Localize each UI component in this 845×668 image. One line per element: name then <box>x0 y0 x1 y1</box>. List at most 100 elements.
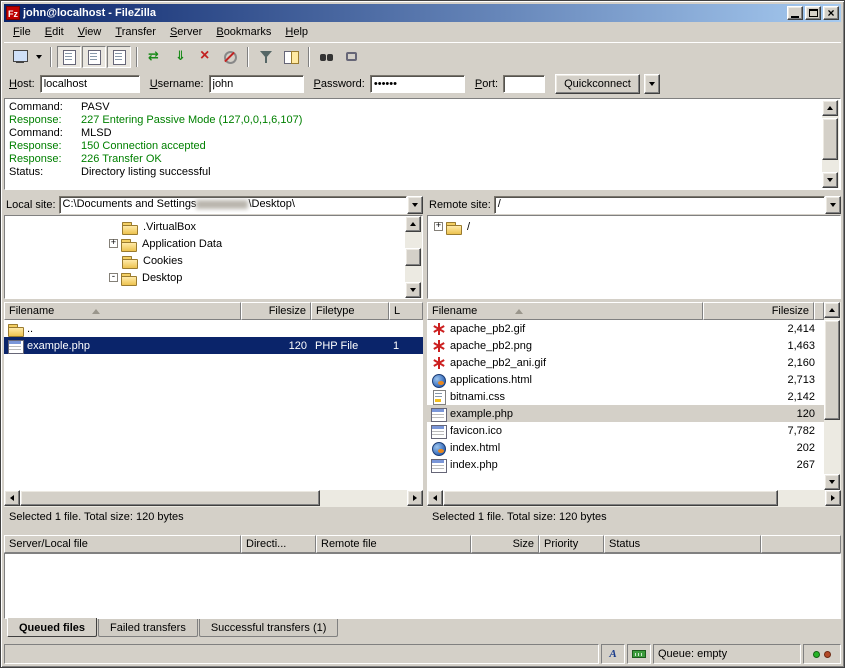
quickconnect-dropdown[interactable] <box>644 74 660 94</box>
toggle-transfer-queue-button[interactable] <box>107 46 131 68</box>
site-manager-button[interactable] <box>8 46 32 68</box>
scroll-thumb[interactable] <box>20 490 320 506</box>
scroll-down-button[interactable] <box>822 172 838 188</box>
menu-view[interactable]: View <box>71 24 109 40</box>
file-row-parent-dir[interactable]: .. <box>4 320 423 337</box>
scroll-up-button[interactable] <box>822 100 838 116</box>
encryption-indicator[interactable] <box>627 644 651 664</box>
scroll-thumb[interactable] <box>443 490 778 506</box>
username-input[interactable] <box>209 75 304 93</box>
scroll-track[interactable] <box>20 490 407 507</box>
log-scrollbar[interactable] <box>822 100 839 188</box>
remote-site-combo[interactable]: / <box>494 196 841 214</box>
local-site-dropdown[interactable] <box>407 196 423 214</box>
maximize-button[interactable] <box>805 6 821 20</box>
scroll-track[interactable] <box>443 490 825 507</box>
column-header-remote-file[interactable]: Remote file <box>316 535 471 553</box>
scroll-down-button[interactable] <box>405 282 421 298</box>
tree-item-virtualbox[interactable]: .VirtualBox <box>5 218 405 235</box>
local-site-combo[interactable]: C:\Documents and Settings\Desktop\ <box>59 196 423 214</box>
tree-expander[interactable]: - <box>109 273 118 282</box>
port-input[interactable] <box>503 75 545 93</box>
tree-item-root[interactable]: + / <box>428 218 840 235</box>
file-row-bitnami-css[interactable]: bitnami.css 2,142 <box>427 388 824 405</box>
remote-list-hscrollbar[interactable] <box>427 490 841 507</box>
scroll-thumb[interactable] <box>822 118 838 160</box>
tab-successful-transfers[interactable]: Successful transfers (1) <box>199 619 339 637</box>
scroll-track[interactable] <box>824 318 841 474</box>
arrow-up-icon <box>829 308 835 312</box>
tab-failed-transfers[interactable]: Failed transfers <box>98 619 198 637</box>
filter-button[interactable] <box>254 46 278 68</box>
file-row-index-html[interactable]: index.html 202 <box>427 439 824 456</box>
column-header-status[interactable]: Status <box>604 535 761 553</box>
close-button[interactable]: × <box>823 6 839 20</box>
column-header-size[interactable]: Size <box>471 535 539 553</box>
file-row-apache-pb2-gif[interactable]: apache_pb2.gif 2,414 <box>427 320 824 337</box>
scroll-right-button[interactable] <box>825 490 841 506</box>
directory-comparison-button[interactable] <box>279 46 303 68</box>
menu-file[interactable]: File <box>6 24 38 40</box>
remote-list-scrollbar[interactable] <box>824 302 841 490</box>
scroll-thumb[interactable] <box>824 320 840 420</box>
file-row-example-php[interactable]: example.php 120 PHP File 1 <box>4 337 423 354</box>
site-manager-dropdown[interactable] <box>33 46 45 68</box>
file-row-apache-pb2-png[interactable]: apache_pb2.png 1,463 <box>427 337 824 354</box>
column-header-priority[interactable]: Priority <box>539 535 604 553</box>
scroll-down-button[interactable] <box>824 474 840 490</box>
cancel-operation-button[interactable] <box>193 46 217 68</box>
tree-expander[interactable]: + <box>109 239 118 248</box>
scroll-thumb[interactable] <box>405 248 421 266</box>
process-queue-button[interactable] <box>168 46 192 68</box>
tree-item-desktop[interactable]: - Desktop <box>5 269 405 286</box>
remote-path-field[interactable]: / <box>494 196 825 214</box>
menu-bookmarks[interactable]: Bookmarks <box>209 24 278 40</box>
menu-server[interactable]: Server <box>163 24 209 40</box>
tree-item-application-data[interactable]: + Application Data <box>5 235 405 252</box>
column-header-filename[interactable]: Filename <box>4 302 241 320</box>
titlebar[interactable]: Fz john@localhost - FileZilla × <box>4 4 841 22</box>
find-files-button[interactable] <box>315 46 339 68</box>
scroll-left-button[interactable] <box>427 490 443 506</box>
column-header-server-local-file[interactable]: Server/Local file <box>4 535 241 553</box>
column-header-filetype[interactable]: Filetype <box>311 302 389 320</box>
tree-expander[interactable]: + <box>434 222 443 231</box>
minimize-button[interactable] <box>787 6 803 20</box>
scroll-track[interactable] <box>405 232 422 282</box>
scroll-left-button[interactable] <box>4 490 20 506</box>
local-tree-scrollbar[interactable] <box>405 216 422 298</box>
horizontal-splitter[interactable] <box>4 527 841 535</box>
password-input[interactable] <box>370 75 465 93</box>
scroll-track[interactable] <box>822 116 839 172</box>
transfer-type-indicator[interactable]: A <box>601 644 625 664</box>
menu-transfer[interactable]: Transfer <box>108 24 163 40</box>
menu-help[interactable]: Help <box>278 24 315 40</box>
toggle-message-log-button[interactable] <box>57 46 81 68</box>
menu-edit[interactable]: Edit <box>38 24 71 40</box>
column-header-filesize[interactable]: Filesize <box>703 302 814 320</box>
column-header-filesize[interactable]: Filesize <box>241 302 311 320</box>
column-header-filename[interactable]: Filename <box>427 302 703 320</box>
scroll-up-button[interactable] <box>405 216 421 232</box>
file-row-apache-pb2-ani-gif[interactable]: apache_pb2_ani.gif 2,160 <box>427 354 824 371</box>
transfer-queue-list[interactable] <box>4 553 841 619</box>
settings-button[interactable] <box>340 46 364 68</box>
refresh-button[interactable] <box>143 46 167 68</box>
column-header-last-modified[interactable]: L <box>389 302 423 320</box>
local-path-field[interactable]: C:\Documents and Settings\Desktop\ <box>59 196 407 214</box>
file-row-index-php[interactable]: index.php 267 <box>427 456 824 473</box>
column-header-direction[interactable]: Directi... <box>241 535 316 553</box>
toggle-directory-trees-button[interactable] <box>82 46 106 68</box>
disconnect-button[interactable] <box>218 46 242 68</box>
scroll-up-button[interactable] <box>824 302 840 318</box>
local-list-hscrollbar[interactable] <box>4 490 423 507</box>
tree-item-cookies[interactable]: Cookies <box>5 252 405 269</box>
file-row-favicon-ico[interactable]: favicon.ico 7,782 <box>427 422 824 439</box>
tab-queued-files[interactable]: Queued files <box>7 618 97 637</box>
scroll-right-button[interactable] <box>407 490 423 506</box>
quickconnect-button[interactable]: Quickconnect <box>555 74 640 94</box>
host-input[interactable] <box>40 75 140 93</box>
file-row-example-php[interactable]: example.php 120 <box>427 405 824 422</box>
remote-site-dropdown[interactable] <box>825 196 841 214</box>
file-row-applications-html[interactable]: applications.html 2,713 <box>427 371 824 388</box>
